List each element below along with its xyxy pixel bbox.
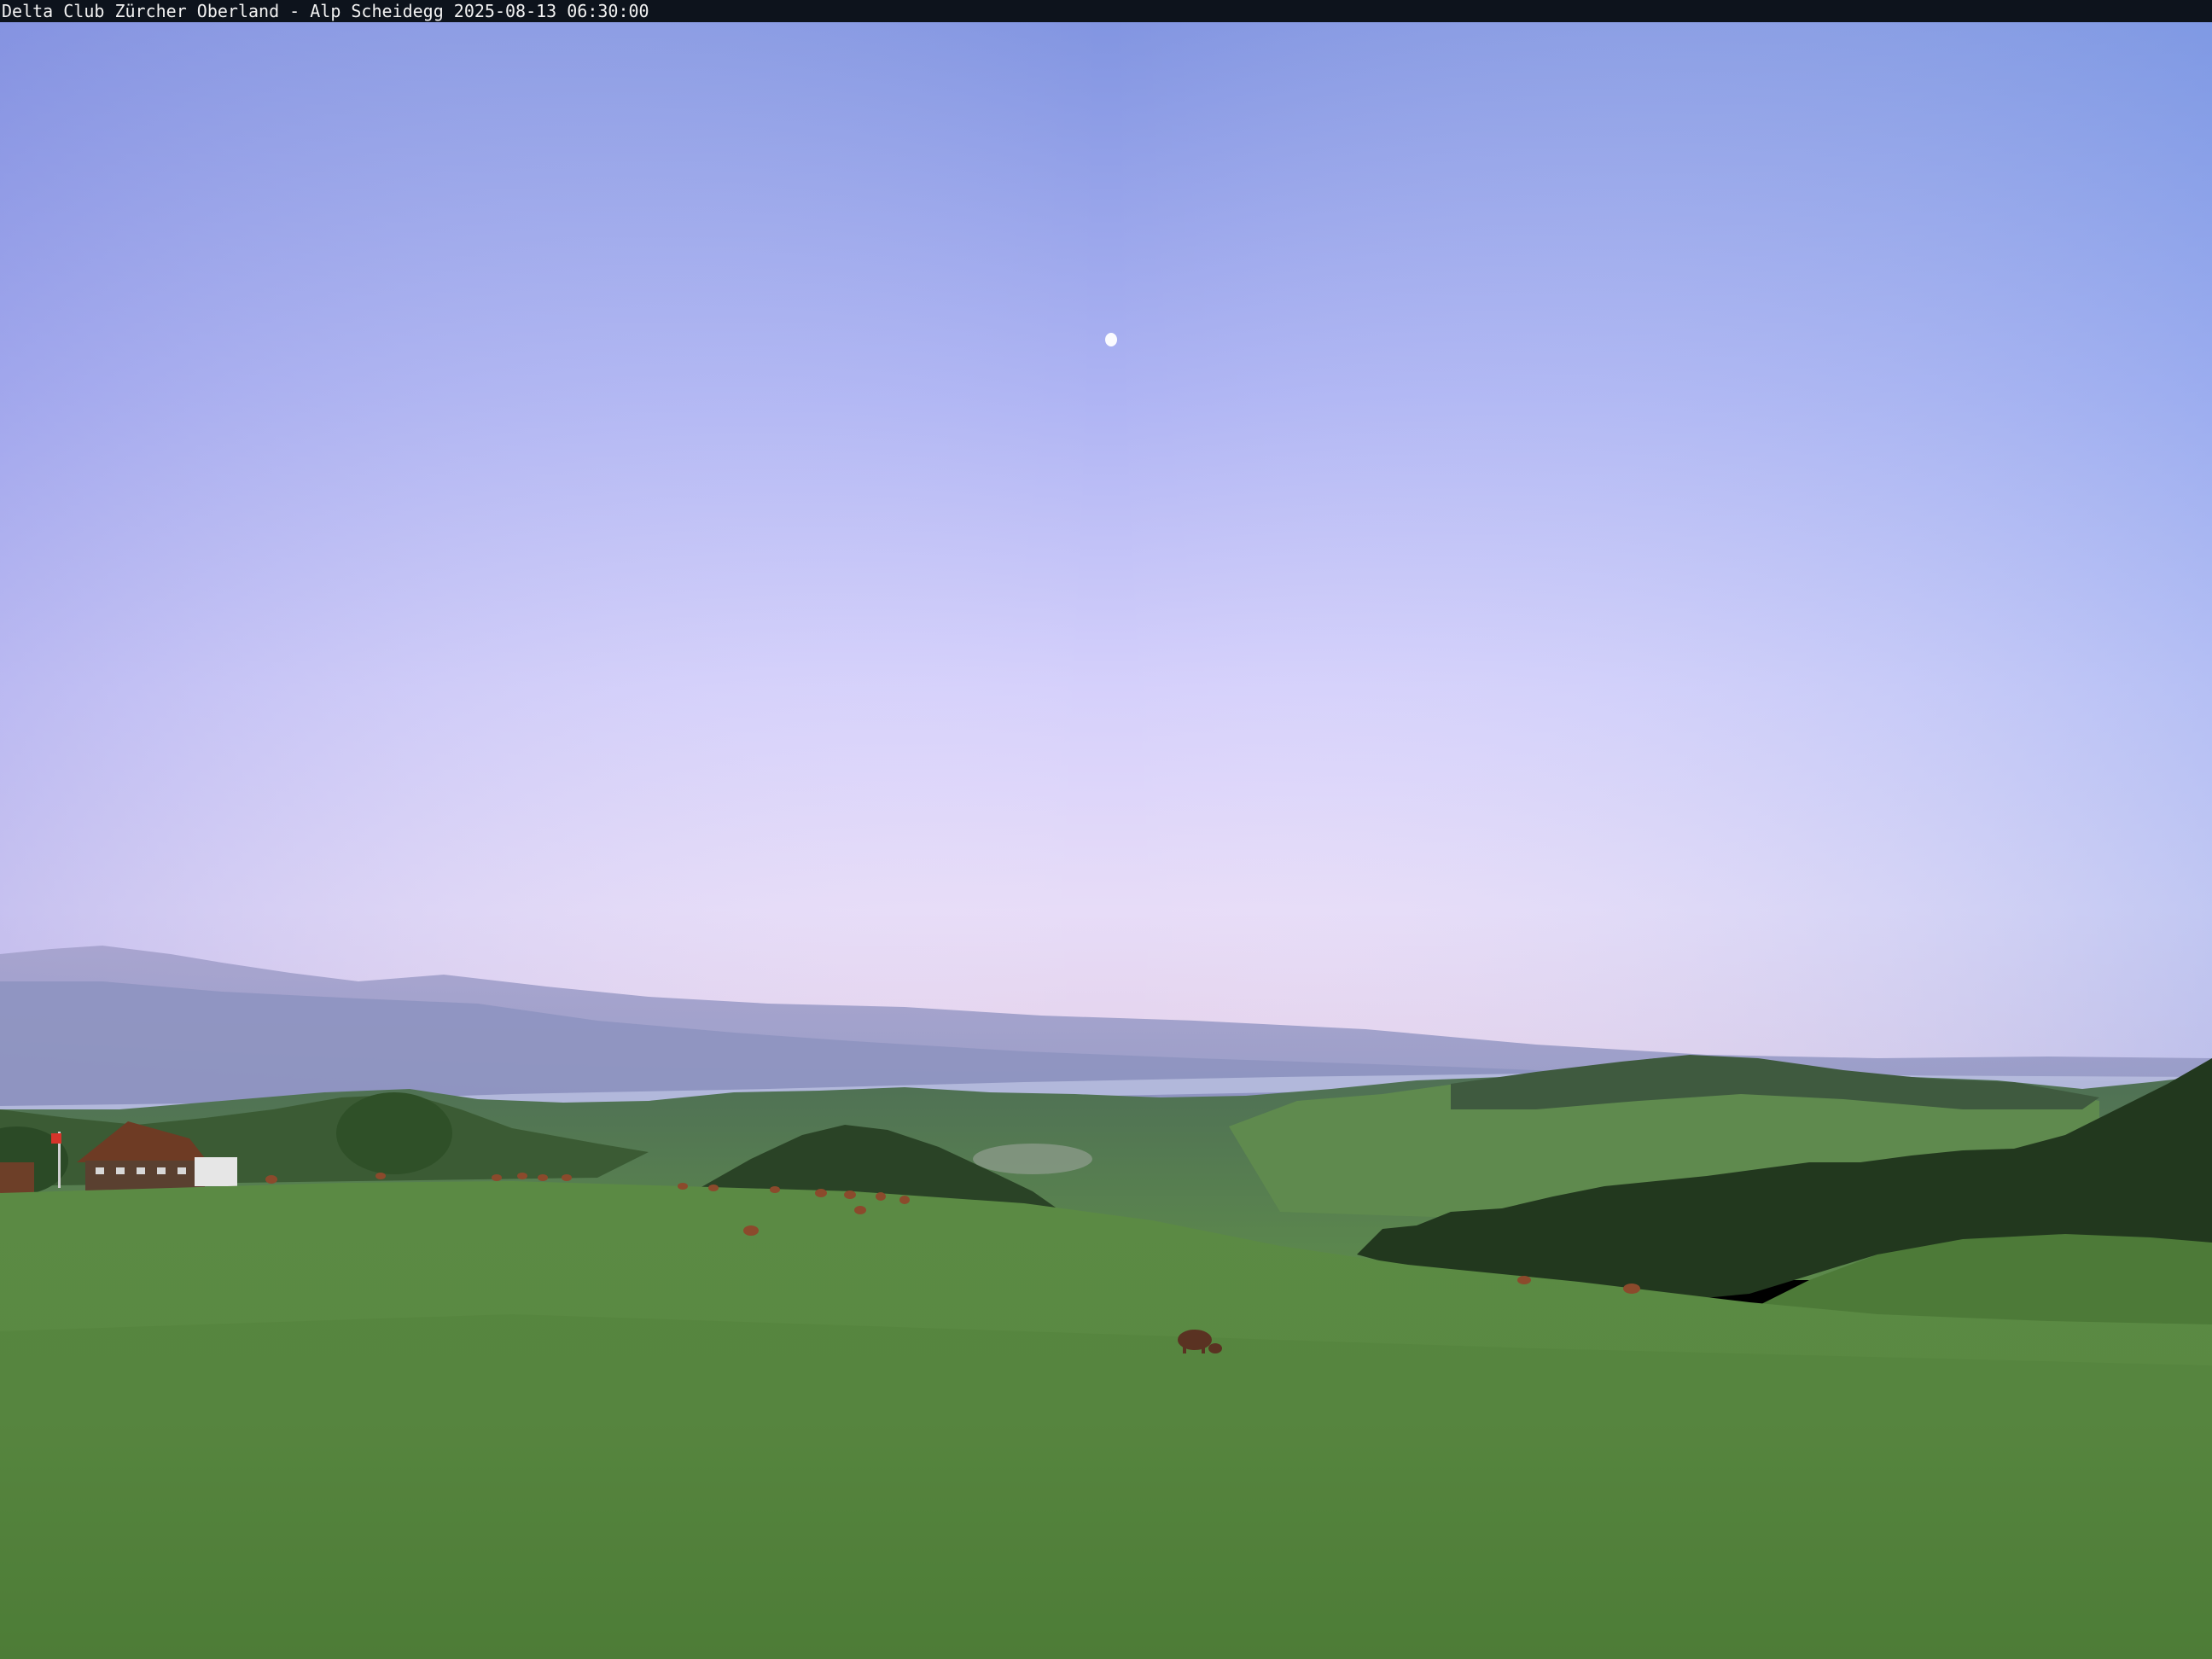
- webcam-scene: [0, 0, 2212, 1659]
- meadow-shade: [0, 1314, 2212, 1659]
- webcam-caption: Delta Club Zürcher Oberland - Alp Scheid…: [2, 1, 649, 21]
- far-left-red-bush: [0, 1162, 34, 1196]
- moon: [1105, 333, 1117, 346]
- sky-tint: [0, 0, 2212, 1109]
- left-tree: [336, 1092, 452, 1174]
- webcam-frame: Delta Club Zürcher Oberland - Alp Scheid…: [0, 0, 2212, 1659]
- valley-town: [973, 1144, 1092, 1174]
